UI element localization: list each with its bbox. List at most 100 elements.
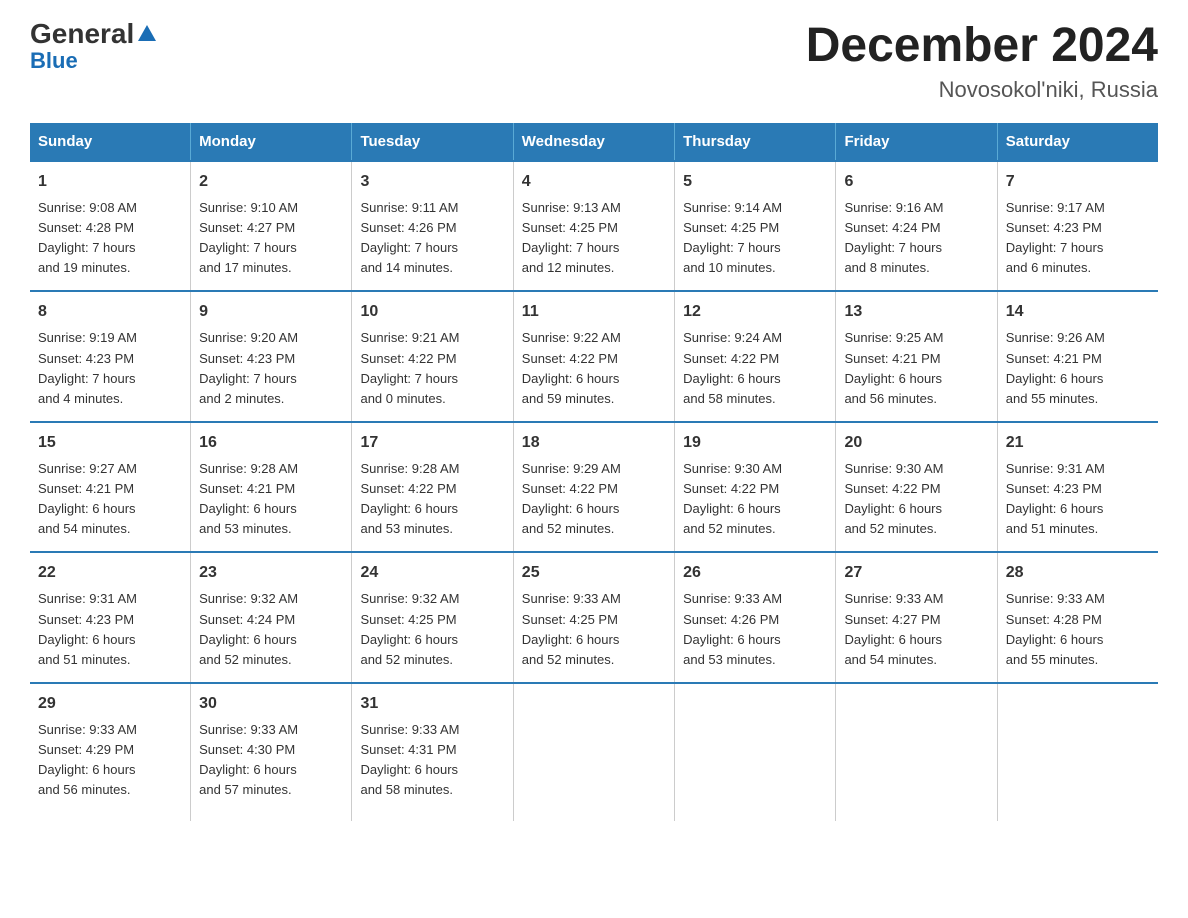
day-number: 5 — [683, 170, 827, 194]
day-cell: 29 Sunrise: 9:33 AMSunset: 4:29 PMDayligh… — [30, 683, 191, 821]
day-number: 23 — [199, 561, 343, 585]
column-header-tuesday: Tuesday — [352, 123, 513, 161]
day-cell: 21 Sunrise: 9:31 AMSunset: 4:23 PMDayligh… — [997, 422, 1158, 553]
day-info: Sunrise: 9:33 AMSunset: 4:29 PMDaylight:… — [38, 720, 182, 801]
day-number: 13 — [844, 300, 988, 324]
day-cell: 22 Sunrise: 9:31 AMSunset: 4:23 PMDayligh… — [30, 552, 191, 683]
day-number: 8 — [38, 300, 182, 324]
day-info: Sunrise: 9:31 AMSunset: 4:23 PMDaylight:… — [1006, 459, 1150, 540]
day-number: 21 — [1006, 431, 1150, 455]
day-number: 24 — [360, 561, 504, 585]
calendar-header-row: SundayMondayTuesdayWednesdayThursdayFrid… — [30, 123, 1158, 161]
day-number: 22 — [38, 561, 182, 585]
day-info: Sunrise: 9:25 AMSunset: 4:21 PMDaylight:… — [844, 328, 988, 409]
day-cell: 6 Sunrise: 9:16 AMSunset: 4:24 PMDaylight… — [836, 161, 997, 292]
day-number: 12 — [683, 300, 827, 324]
day-cell: 30Sunrise: 9:33 AMSunset: 4:30 PMDayligh… — [191, 683, 352, 821]
day-info: Sunrise: 9:22 AMSunset: 4:22 PMDaylight:… — [522, 328, 666, 409]
day-cell: 27 Sunrise: 9:33 AMSunset: 4:27 PMDayligh… — [836, 552, 997, 683]
day-number: 28 — [1006, 561, 1150, 585]
day-info: Sunrise: 9:24 AMSunset: 4:22 PMDaylight:… — [683, 328, 827, 409]
column-header-friday: Friday — [836, 123, 997, 161]
day-info: Sunrise: 9:17 AMSunset: 4:23 PMDaylight:… — [1006, 198, 1150, 279]
day-cell: 23 Sunrise: 9:32 AMSunset: 4:24 PMDayligh… — [191, 552, 352, 683]
day-number: 19 — [683, 431, 827, 455]
day-cell: 14 Sunrise: 9:26 AMSunset: 4:21 PMDayligh… — [997, 291, 1158, 422]
day-cell: 24 Sunrise: 9:32 AMSunset: 4:25 PMDayligh… — [352, 552, 513, 683]
day-cell: 18 Sunrise: 9:29 AMSunset: 4:22 PMDayligh… — [513, 422, 674, 553]
week-row-3: 15 Sunrise: 9:27 AMSunset: 4:21 PMDayligh… — [30, 422, 1158, 553]
day-number: 1 — [38, 170, 182, 194]
day-number: 25 — [522, 561, 666, 585]
day-info: Sunrise: 9:33 AMSunset: 4:28 PMDaylight:… — [1006, 589, 1150, 670]
day-number: 18 — [522, 431, 666, 455]
day-cell: 15 Sunrise: 9:27 AMSunset: 4:21 PMDayligh… — [30, 422, 191, 553]
day-info: Sunrise: 9:28 AMSunset: 4:22 PMDaylight:… — [360, 459, 504, 540]
day-cell — [675, 683, 836, 821]
day-info: Sunrise: 9:33 AMSunset: 4:26 PMDaylight:… — [683, 589, 827, 670]
day-cell: 11Sunrise: 9:22 AMSunset: 4:22 PMDayligh… — [513, 291, 674, 422]
day-number: 9 — [199, 300, 343, 324]
column-header-sunday: Sunday — [30, 123, 191, 161]
day-cell: 28 Sunrise: 9:33 AMSunset: 4:28 PMDayligh… — [997, 552, 1158, 683]
day-info: Sunrise: 9:31 AMSunset: 4:23 PMDaylight:… — [38, 589, 182, 670]
day-info: Sunrise: 9:13 AMSunset: 4:25 PMDaylight:… — [522, 198, 666, 279]
week-row-5: 29 Sunrise: 9:33 AMSunset: 4:29 PMDayligh… — [30, 683, 1158, 821]
column-header-wednesday: Wednesday — [513, 123, 674, 161]
logo-general-text: General — [30, 20, 134, 48]
day-number: 16 — [199, 431, 343, 455]
day-cell: 31 Sunrise: 9:33 AMSunset: 4:31 PMDayligh… — [352, 683, 513, 821]
day-cell: 2Sunrise: 9:10 AMSunset: 4:27 PMDaylight… — [191, 161, 352, 292]
day-cell: 20Sunrise: 9:30 AMSunset: 4:22 PMDayligh… — [836, 422, 997, 553]
day-info: Sunrise: 9:26 AMSunset: 4:21 PMDaylight:… — [1006, 328, 1150, 409]
day-info: Sunrise: 9:21 AMSunset: 4:22 PMDaylight:… — [360, 328, 504, 409]
day-number: 27 — [844, 561, 988, 585]
day-info: Sunrise: 9:33 AMSunset: 4:25 PMDaylight:… — [522, 589, 666, 670]
week-row-4: 22 Sunrise: 9:31 AMSunset: 4:23 PMDayligh… — [30, 552, 1158, 683]
day-number: 15 — [38, 431, 182, 455]
day-info: Sunrise: 9:33 AMSunset: 4:31 PMDaylight:… — [360, 720, 504, 801]
column-header-thursday: Thursday — [675, 123, 836, 161]
day-number: 17 — [360, 431, 504, 455]
day-cell: 13 Sunrise: 9:25 AMSunset: 4:21 PMDayligh… — [836, 291, 997, 422]
day-cell: 1Sunrise: 9:08 AMSunset: 4:28 PMDaylight… — [30, 161, 191, 292]
day-number: 7 — [1006, 170, 1150, 194]
day-cell: 19 Sunrise: 9:30 AMSunset: 4:22 PMDayligh… — [675, 422, 836, 553]
day-info: Sunrise: 9:33 AMSunset: 4:27 PMDaylight:… — [844, 589, 988, 670]
day-info: Sunrise: 9:10 AMSunset: 4:27 PMDaylight:… — [199, 198, 343, 279]
day-number: 14 — [1006, 300, 1150, 324]
week-row-2: 8 Sunrise: 9:19 AMSunset: 4:23 PMDaylight… — [30, 291, 1158, 422]
day-info: Sunrise: 9:32 AMSunset: 4:24 PMDaylight:… — [199, 589, 343, 670]
day-info: Sunrise: 9:29 AMSunset: 4:22 PMDaylight:… — [522, 459, 666, 540]
logo: General Blue — [30, 20, 156, 74]
calendar-subtitle: Novosokol'niki, Russia — [806, 77, 1158, 103]
day-cell: 4Sunrise: 9:13 AMSunset: 4:25 PMDaylight… — [513, 161, 674, 292]
day-cell: 8 Sunrise: 9:19 AMSunset: 4:23 PMDaylight… — [30, 291, 191, 422]
day-cell — [513, 683, 674, 821]
day-cell: 5 Sunrise: 9:14 AMSunset: 4:25 PMDaylight… — [675, 161, 836, 292]
day-info: Sunrise: 9:30 AMSunset: 4:22 PMDaylight:… — [844, 459, 988, 540]
calendar-title: December 2024 — [806, 20, 1158, 73]
column-header-monday: Monday — [191, 123, 352, 161]
column-header-saturday: Saturday — [997, 123, 1158, 161]
day-info: Sunrise: 9:16 AMSunset: 4:24 PMDaylight:… — [844, 198, 988, 279]
day-info: Sunrise: 9:27 AMSunset: 4:21 PMDaylight:… — [38, 459, 182, 540]
day-info: Sunrise: 9:28 AMSunset: 4:21 PMDaylight:… — [199, 459, 343, 540]
day-info: Sunrise: 9:30 AMSunset: 4:22 PMDaylight:… — [683, 459, 827, 540]
day-info: Sunrise: 9:14 AMSunset: 4:25 PMDaylight:… — [683, 198, 827, 279]
day-cell: 16 Sunrise: 9:28 AMSunset: 4:21 PMDayligh… — [191, 422, 352, 553]
day-number: 6 — [844, 170, 988, 194]
day-cell — [836, 683, 997, 821]
day-cell: 7 Sunrise: 9:17 AMSunset: 4:23 PMDaylight… — [997, 161, 1158, 292]
day-info: Sunrise: 9:32 AMSunset: 4:25 PMDaylight:… — [360, 589, 504, 670]
day-number: 29 — [38, 692, 182, 716]
day-number: 30 — [199, 692, 343, 716]
day-number: 3 — [360, 170, 504, 194]
day-cell: 26 Sunrise: 9:33 AMSunset: 4:26 PMDayligh… — [675, 552, 836, 683]
day-number: 31 — [360, 692, 504, 716]
day-number: 26 — [683, 561, 827, 585]
day-info: Sunrise: 9:19 AMSunset: 4:23 PMDaylight:… — [38, 328, 182, 409]
day-cell: 17 Sunrise: 9:28 AMSunset: 4:22 PMDayligh… — [352, 422, 513, 553]
day-info: Sunrise: 9:11 AMSunset: 4:26 PMDaylight:… — [360, 198, 504, 279]
logo-triangle-icon — [138, 25, 156, 41]
